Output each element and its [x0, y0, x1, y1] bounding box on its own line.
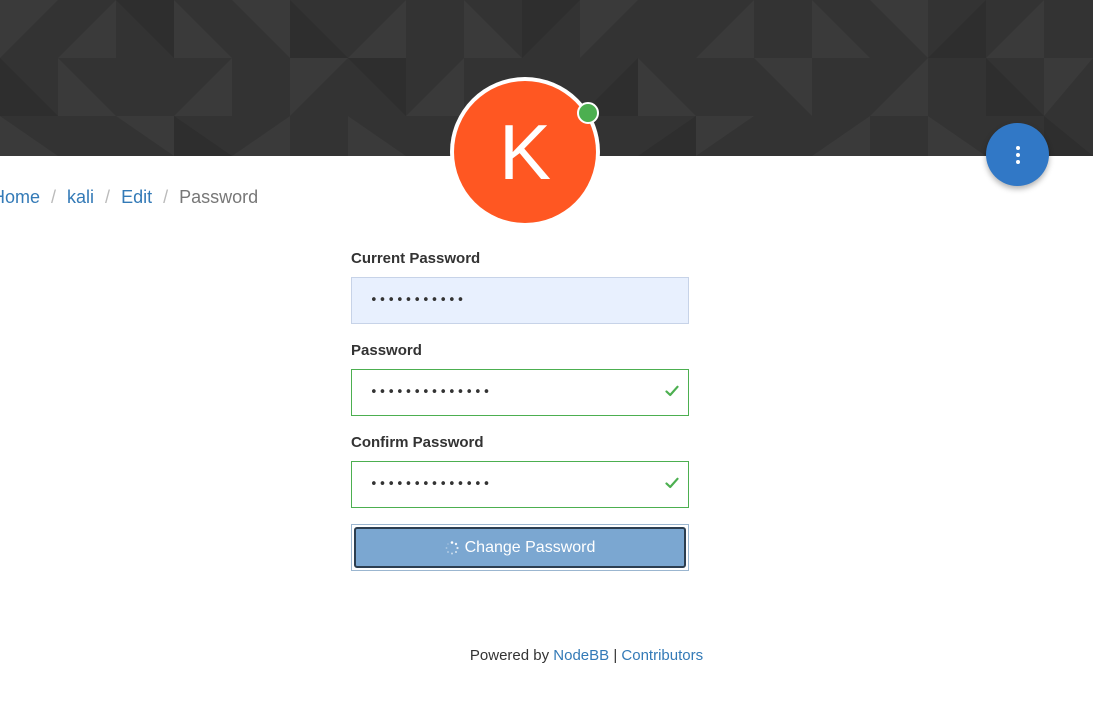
user-avatar[interactable]: K [454, 81, 596, 223]
user-avatar-frame: K [450, 77, 600, 227]
change-password-label: Change Password [464, 538, 596, 556]
current-password-label: Current Password [351, 250, 481, 267]
change-password-button[interactable]: Change Password [354, 527, 686, 568]
confirm-password-label: Confirm Password [351, 434, 484, 451]
breadcrumb-home[interactable]: Home [0, 187, 40, 208]
confirm-password-field-wrap [351, 461, 689, 508]
current-password-input[interactable] [352, 278, 660, 323]
nodebb-link[interactable]: NodeBB [553, 647, 609, 664]
breadcrumb-separator: / [51, 187, 57, 207]
breadcrumb-user[interactable]: kali [67, 187, 94, 208]
password-field-wrap [351, 369, 689, 416]
footer-separator: | [613, 647, 618, 664]
password-input[interactable] [352, 370, 660, 415]
breadcrumb-separator: / [163, 187, 169, 207]
spinner-icon [445, 540, 459, 555]
breadcrumb: Home / kali / Edit / Password [0, 187, 258, 208]
confirm-password-input[interactable] [352, 462, 660, 507]
vertical-ellipsis-icon [1015, 145, 1020, 164]
current-password-field-wrap [351, 277, 689, 324]
avatar-letter: K [498, 108, 552, 196]
change-password-form: Current Password Password Confirm Passwo… [351, 250, 689, 571]
password-label: Password [351, 342, 422, 359]
footer: Powered by NodeBB | Contributors [0, 647, 1093, 664]
breadcrumb-edit[interactable]: Edit [121, 187, 152, 208]
profile-menu-button[interactable] [986, 123, 1049, 186]
breadcrumb-separator: / [105, 187, 111, 207]
online-status-indicator [577, 102, 599, 124]
contributors-link[interactable]: Contributors [621, 647, 703, 664]
change-password-button-focus-ring: Change Password [351, 524, 689, 571]
breadcrumb-current: Password [179, 187, 259, 207]
checkmark-icon [665, 477, 679, 489]
footer-prefix: Powered by [469, 647, 550, 664]
checkmark-icon [665, 385, 679, 397]
